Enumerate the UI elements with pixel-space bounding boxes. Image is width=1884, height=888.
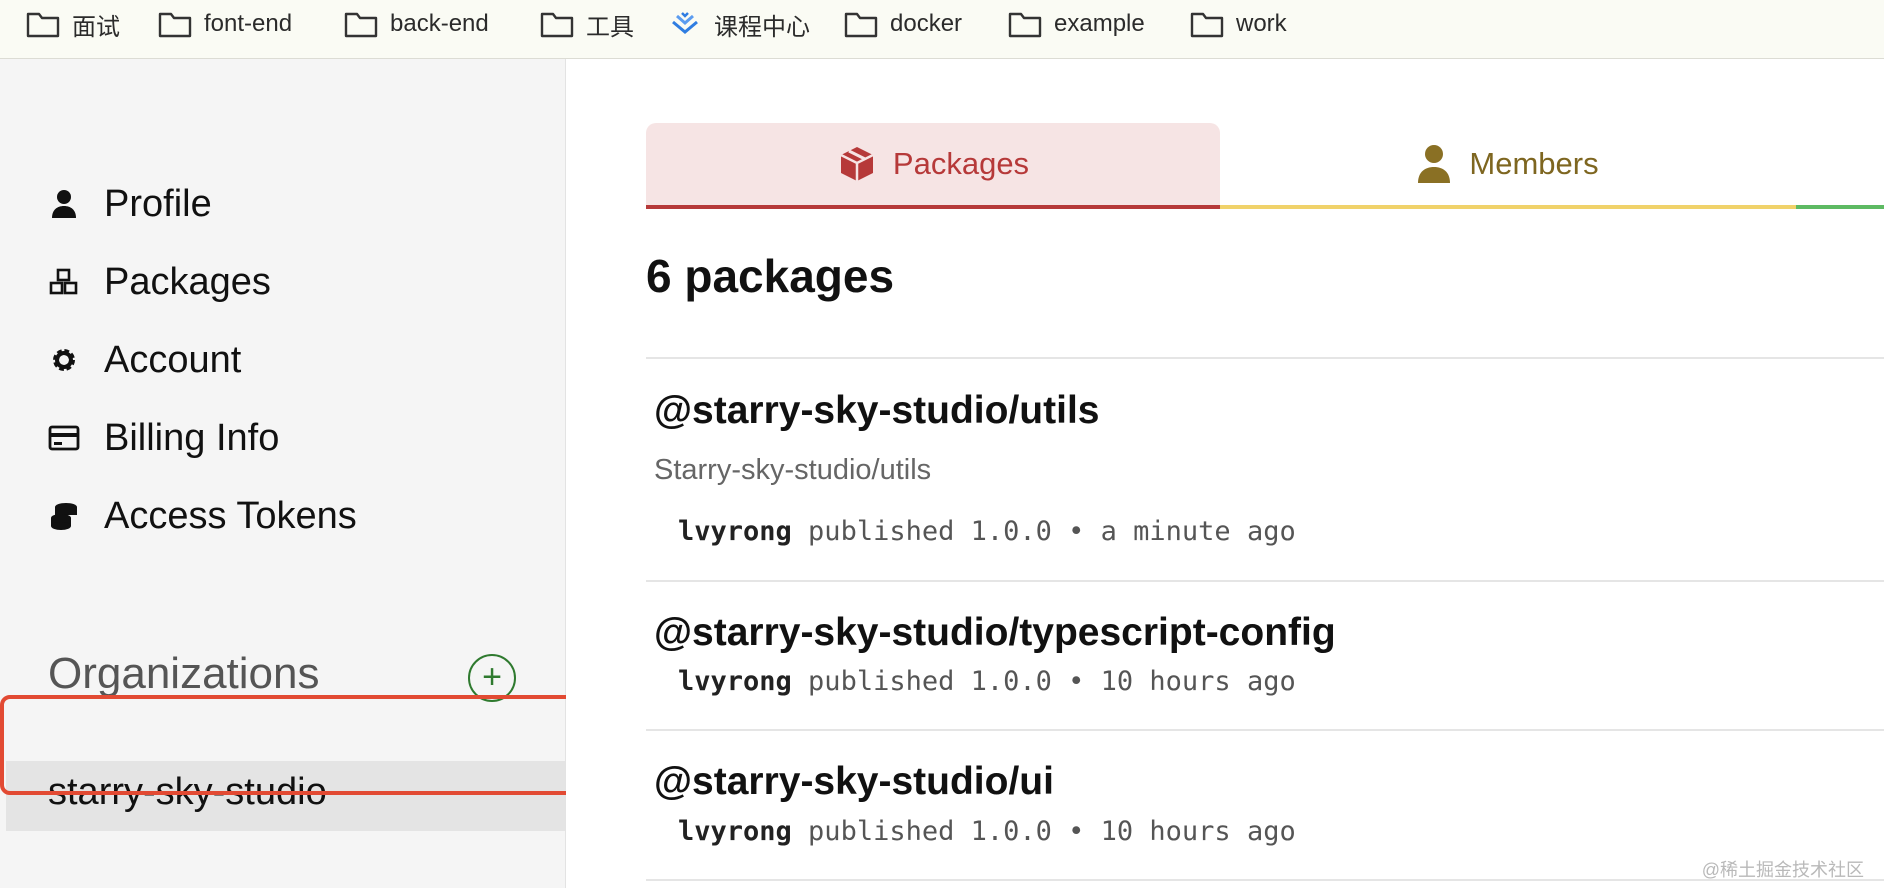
divider [646, 879, 1884, 881]
bookmarks-bar: 面试 font-end back-end 工具 课程中心 docker exam… [0, 0, 1884, 59]
tab-packages[interactable]: Packages [646, 123, 1220, 209]
user-icon [48, 188, 80, 220]
package-meta: lvyrong published 1.0.0 • 10 hours ago [678, 666, 1296, 697]
folder-icon [344, 12, 378, 38]
package-author[interactable]: lvyrong [678, 816, 792, 847]
tab-next-indicator [1796, 205, 1884, 209]
bookmark-label: 工具 [586, 13, 634, 41]
package-description: Starry-sky-studio/utils [654, 454, 932, 486]
package-meta: lvyrong published 1.0.0 • a minute ago [678, 516, 1296, 547]
box-icon [840, 147, 874, 181]
package-name[interactable]: @starry-sky-studio/typescript-config [654, 611, 1336, 655]
tab-label: Members [1469, 146, 1599, 181]
folder-icon [158, 12, 192, 38]
package-meta: lvyrong published 1.0.0 • 10 hours ago [678, 816, 1296, 847]
bookmark-label: font-end [204, 10, 293, 37]
bookmark-label: work [1236, 10, 1287, 37]
sidebar-item-label: Access Tokens [104, 494, 357, 537]
sidebar-item-profile[interactable]: Profile [48, 179, 212, 229]
package-publish-info: published 1.0.0 • a minute ago [791, 516, 1296, 547]
package-name[interactable]: @starry-sky-studio/ui [654, 760, 1054, 804]
coins-icon [48, 500, 80, 532]
course-logo-icon [672, 12, 698, 34]
main-content: Packages Members 6 packages @starry-sky-… [566, 59, 1884, 888]
cubes-icon [48, 266, 80, 298]
folder-icon [26, 12, 60, 38]
package-name[interactable]: @starry-sky-studio/utils [654, 389, 1099, 433]
sidebar-item-label: Billing Info [104, 416, 280, 459]
bookmark-work[interactable]: work [1190, 0, 1287, 48]
folder-icon [1008, 12, 1042, 38]
folder-icon [540, 12, 574, 38]
sidebar-item-label: Account [104, 338, 242, 381]
folder-icon [1190, 12, 1224, 38]
bookmark-label: example [1054, 10, 1145, 37]
bookmark-course-center[interactable]: 课程中心 [668, 0, 810, 48]
bookmark-label: 面试 [72, 13, 120, 41]
bookmark-label: 课程中心 [714, 13, 810, 41]
divider [646, 729, 1884, 731]
tab-label: Packages [892, 146, 1030, 181]
bookmark-docker[interactable]: docker [844, 0, 962, 48]
divider [646, 580, 1884, 582]
sidebar-item-account[interactable]: Account [48, 335, 241, 385]
package-publish-info: published 1.0.0 • 10 hours ago [791, 816, 1296, 847]
bookmark-label: back-end [390, 10, 489, 37]
bookmark-back-end[interactable]: back-end [344, 0, 489, 48]
bookmark-label: docker [890, 10, 963, 37]
annotation-highlight [0, 695, 622, 795]
bookmark-font-end[interactable]: font-end [158, 0, 292, 48]
tab-members[interactable]: Members [1220, 123, 1796, 209]
sidebar-item-packages[interactable]: Packages [48, 257, 271, 307]
credit-card-icon [48, 422, 80, 454]
package-publish-info: published 1.0.0 • 10 hours ago [791, 666, 1296, 697]
gear-icon [48, 344, 80, 376]
sidebar-item-billing-info[interactable]: Billing Info [48, 413, 279, 463]
sidebar-item-label: Profile [104, 182, 212, 225]
user-icon [1418, 145, 1451, 183]
sidebar-item-label: Packages [104, 260, 271, 303]
organizations-heading: Organizations [48, 649, 320, 698]
divider [646, 357, 1884, 359]
package-author[interactable]: lvyrong [678, 666, 792, 697]
bookmark-example[interactable]: example [1008, 0, 1145, 48]
watermark: @稀土掘金技术社区 [1701, 860, 1864, 880]
bookmark-tools[interactable]: 工具 [540, 0, 634, 48]
sidebar-item-access-tokens[interactable]: Access Tokens [48, 491, 357, 541]
bookmark-interview[interactable]: 面试 [26, 0, 120, 48]
packages-count: 6 packages [646, 250, 895, 302]
package-author[interactable]: lvyrong [678, 516, 792, 547]
folder-icon [844, 12, 878, 38]
